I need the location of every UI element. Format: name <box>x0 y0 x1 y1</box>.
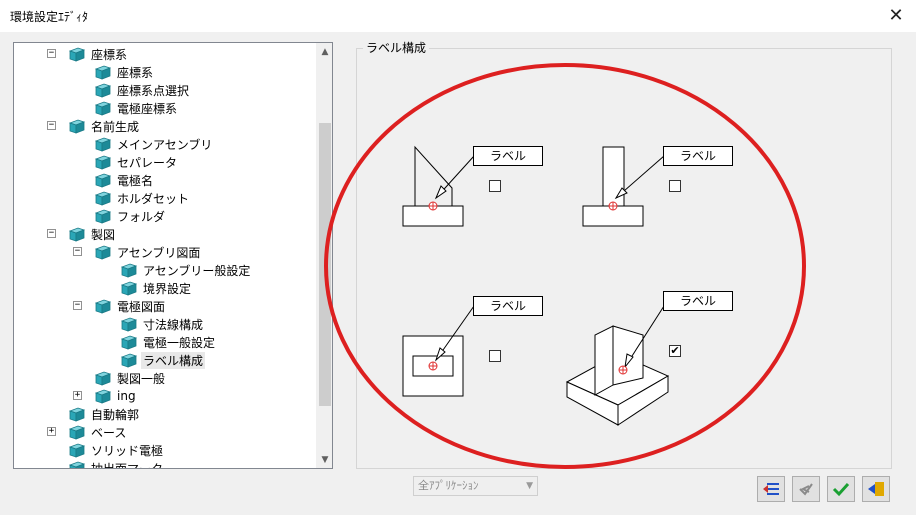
diagram-1 <box>402 145 475 227</box>
list-arrow-icon <box>763 483 779 495</box>
label-box-2: ラベル <box>663 146 733 166</box>
dropdown-value: 全ｱﾌﾟﾘｹｰｼｮﾝ <box>418 479 479 492</box>
chevron-down-icon: ▼ <box>526 481 533 491</box>
label-checkbox-2[interactable] <box>669 180 681 192</box>
list-arrow-button[interactable] <box>757 476 785 502</box>
label-checkbox-1[interactable] <box>489 180 501 192</box>
diagram-4 <box>565 305 670 426</box>
ok-check-icon <box>832 482 850 497</box>
undo-button[interactable] <box>792 476 820 502</box>
exit-button[interactable] <box>862 476 890 502</box>
undo-check-icon <box>799 483 813 496</box>
label-checkbox-3[interactable] <box>489 350 501 362</box>
label-box-3: ラベル <box>473 296 543 316</box>
exit-icon <box>868 482 884 496</box>
label-box-4: ラベル <box>663 291 733 311</box>
ok-button[interactable] <box>827 476 855 502</box>
label-box-1: ラベル <box>473 146 543 166</box>
application-filter-dropdown[interactable]: 全ｱﾌﾟﾘｹｰｼｮﾝ ▼ <box>413 476 538 496</box>
diagram-3 <box>402 305 475 397</box>
diagram-2 <box>582 146 665 227</box>
label-checkbox-4[interactable]: ✔ <box>669 345 681 357</box>
label-diagrams <box>324 63 806 469</box>
check-mark: ✔ <box>670 344 680 357</box>
highlight-ellipse <box>324 63 806 469</box>
